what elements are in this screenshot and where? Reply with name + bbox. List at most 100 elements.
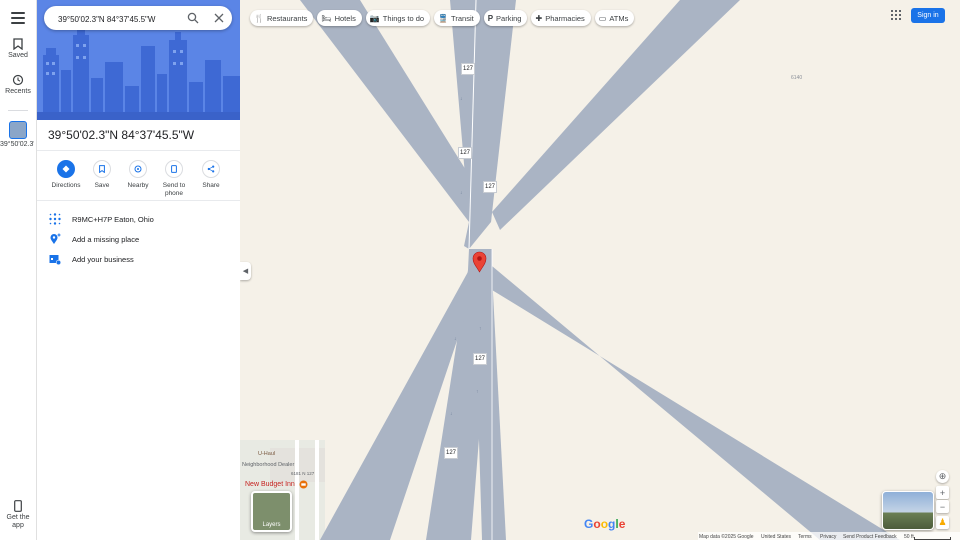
street-view-thumbnail[interactable] bbox=[882, 491, 934, 530]
plus-code-row[interactable]: R9MC+H7P Eaton, Ohio bbox=[48, 212, 154, 226]
place-panel: 39°50'02.3"N 84°37'45.5"W Directions Sav… bbox=[37, 0, 240, 540]
send-to-phone-button[interactable]: Send to phone bbox=[157, 160, 191, 198]
directions-label: Directions bbox=[51, 182, 81, 189]
nearby-label: Nearby bbox=[127, 182, 149, 189]
poi-label[interactable]: Neighborhood Dealer bbox=[242, 462, 294, 468]
chip-label: Hotels bbox=[334, 13, 356, 23]
map-data-text: Map data ©2025 Google bbox=[699, 534, 754, 540]
pegman-icon: ♟ bbox=[938, 517, 947, 527]
train-icon: 🚆 bbox=[438, 13, 449, 23]
plus-code-text: R9MC+H7P Eaton, Ohio bbox=[72, 214, 154, 224]
add-missing-place-row[interactable]: Add a missing place bbox=[48, 232, 139, 246]
add-business-icon bbox=[48, 253, 62, 265]
road-label: 6140 bbox=[791, 75, 803, 81]
chip-restaurants[interactable]: 🍴 Restaurants bbox=[250, 10, 314, 26]
share-button[interactable]: Share bbox=[193, 160, 229, 189]
send-to-phone-label: Send to phone bbox=[162, 182, 186, 197]
hotel-icon[interactable] bbox=[299, 480, 308, 489]
save-button[interactable]: Save bbox=[84, 160, 120, 189]
chip-hotels[interactable]: 🛏 Hotels bbox=[317, 10, 362, 26]
search-box bbox=[44, 6, 232, 30]
phone-icon bbox=[14, 500, 22, 512]
poi-label[interactable]: New Budget Inn bbox=[245, 481, 295, 488]
divider bbox=[37, 200, 240, 201]
divider bbox=[37, 150, 240, 151]
chip-transit[interactable]: 🚆 Transit bbox=[434, 10, 480, 26]
svg-text:↓: ↓ bbox=[454, 336, 457, 342]
svg-text:↑: ↑ bbox=[476, 389, 479, 395]
route-shield: 127 bbox=[444, 447, 458, 459]
chip-label: Parking bbox=[496, 13, 522, 23]
nearby-icon bbox=[129, 160, 147, 178]
zoom-in-button[interactable]: + bbox=[936, 486, 949, 499]
saved-button[interactable]: Saved bbox=[0, 38, 36, 59]
zoom-out-button[interactable]: − bbox=[936, 500, 949, 513]
bookmark-icon bbox=[93, 160, 111, 178]
chip-label: Transit bbox=[451, 13, 474, 23]
terms-link[interactable]: Terms bbox=[798, 534, 812, 540]
nearby-button[interactable]: Nearby bbox=[120, 160, 156, 189]
pegman-button[interactable]: ♟ bbox=[936, 516, 949, 529]
chip-label: Things to do bbox=[382, 13, 425, 23]
layers-label: Layers bbox=[262, 522, 281, 528]
directions-icon bbox=[57, 160, 75, 178]
menu-icon[interactable] bbox=[11, 12, 25, 24]
side-rail: Saved Recents 39°50'02.3"N Get the app bbox=[0, 0, 37, 540]
chip-parking[interactable]: P Parking bbox=[483, 10, 528, 26]
country-link[interactable]: United States bbox=[761, 534, 791, 540]
rail-divider bbox=[8, 110, 28, 111]
scale-label[interactable]: 50 ft bbox=[904, 534, 914, 540]
location-pin-icon[interactable] bbox=[472, 251, 487, 273]
camera-icon: 📷 bbox=[369, 13, 380, 23]
feedback-link[interactable]: Send Product Feedback bbox=[843, 534, 897, 540]
get-app-label: Get the app bbox=[6, 514, 30, 529]
poi-label[interactable]: U-Haul bbox=[258, 451, 275, 457]
atm-icon: ▭ bbox=[598, 13, 607, 23]
my-location-button[interactable]: ⊕ bbox=[936, 470, 949, 483]
bookmark-icon bbox=[13, 38, 23, 50]
poi-address: 6181 N 127 bbox=[291, 471, 315, 476]
sign-in-button[interactable]: Sign in bbox=[911, 8, 945, 23]
route-shield: 127 bbox=[458, 147, 472, 159]
recent-place-label: 39°50'02.3"N bbox=[0, 141, 34, 148]
place-thumbnail bbox=[9, 121, 27, 139]
apps-grid-icon[interactable] bbox=[891, 10, 901, 20]
recent-place-item[interactable]: 39°50'02.3"N bbox=[0, 121, 36, 157]
crosshair-icon: ⊕ bbox=[938, 471, 947, 481]
chevron-left-icon: ◀ bbox=[242, 268, 249, 275]
svg-text:↓: ↓ bbox=[460, 96, 463, 102]
privacy-link[interactable]: Privacy bbox=[820, 534, 836, 540]
chip-label: ATMs bbox=[609, 13, 629, 23]
search-icon[interactable] bbox=[187, 12, 199, 24]
pharmacy-icon: ✚ bbox=[535, 13, 543, 23]
recents-label: Recents bbox=[5, 88, 31, 95]
svg-text:↓: ↓ bbox=[460, 190, 463, 196]
minus-icon: − bbox=[939, 501, 946, 512]
svg-text:↓: ↓ bbox=[450, 411, 453, 417]
search-input[interactable] bbox=[56, 10, 180, 28]
close-icon[interactable] bbox=[214, 13, 224, 23]
chip-things-to-do[interactable]: 📷 Things to do bbox=[365, 10, 431, 26]
route-shield: 127 bbox=[483, 181, 497, 193]
chip-label: Restaurants bbox=[266, 13, 308, 23]
map-canvas[interactable]: ↓ ↓ ↓ ↑ ↑ ↓ ◀ 127 127 127 127 127 6140 U-Hau… bbox=[240, 0, 960, 540]
add-business-row[interactable]: Add your business bbox=[48, 252, 134, 266]
share-label: Share bbox=[202, 182, 220, 189]
chip-pharmacies[interactable]: ✚ Pharmacies bbox=[531, 10, 591, 26]
parking-icon: P bbox=[487, 13, 494, 23]
get-app-button[interactable]: Get the app bbox=[0, 500, 36, 530]
recents-button[interactable]: Recents bbox=[0, 74, 36, 95]
directions-button[interactable]: Directions bbox=[48, 160, 84, 189]
history-icon bbox=[12, 74, 24, 86]
route-shield: 127 bbox=[473, 353, 487, 365]
plus-code-icon bbox=[48, 213, 62, 225]
add-business-text: Add your business bbox=[72, 254, 134, 264]
chip-atms[interactable]: ▭ ATMs bbox=[594, 10, 635, 26]
phone-icon bbox=[165, 160, 183, 178]
layers-button[interactable]: Layers bbox=[251, 491, 292, 532]
chip-label: Pharmacies bbox=[545, 13, 585, 23]
add-place-icon bbox=[48, 233, 62, 245]
collapse-panel-button[interactable]: ◀ bbox=[240, 262, 251, 280]
bed-icon: 🛏 bbox=[321, 13, 332, 23]
google-logo: Google bbox=[584, 517, 626, 531]
